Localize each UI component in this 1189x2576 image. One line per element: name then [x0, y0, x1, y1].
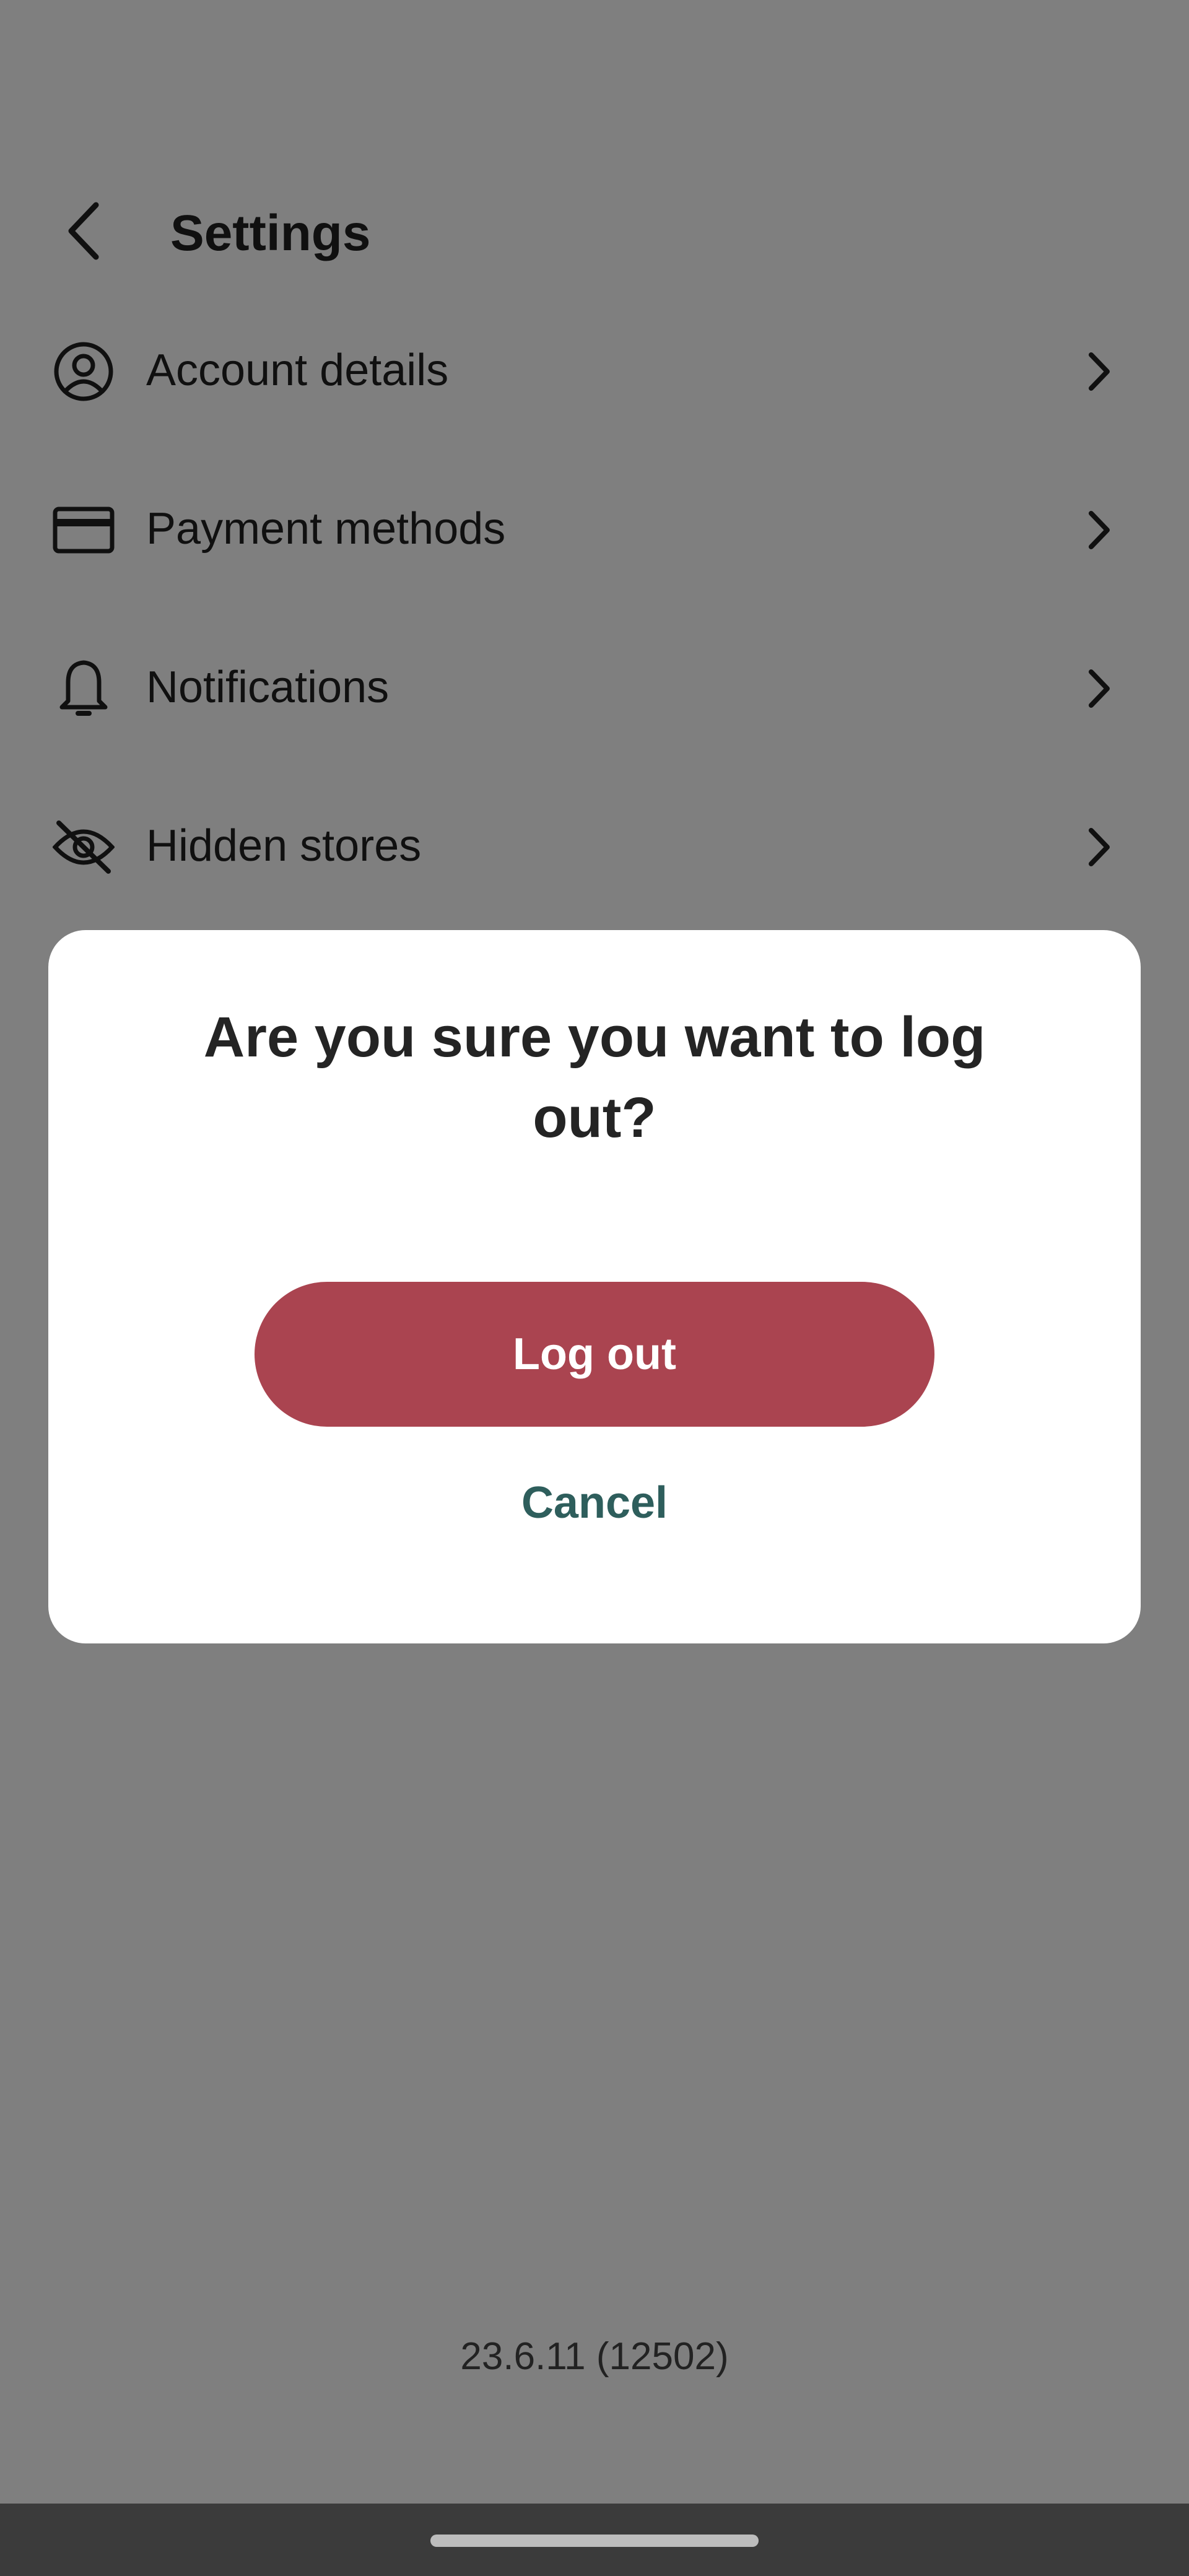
screen: 12:00 100% Settings [0, 0, 1189, 2576]
logout-dialog: Are you sure you want to log out? Log ou… [48, 930, 1141, 1643]
home-gesture-handle[interactable] [430, 2535, 759, 2547]
dialog-title: Are you sure you want to log out? [203, 1006, 986, 1149]
log-out-button[interactable]: Log out [255, 1282, 934, 1427]
cancel-button[interactable]: Cancel [440, 1463, 749, 1543]
navigation-bar [0, 2504, 1189, 2576]
